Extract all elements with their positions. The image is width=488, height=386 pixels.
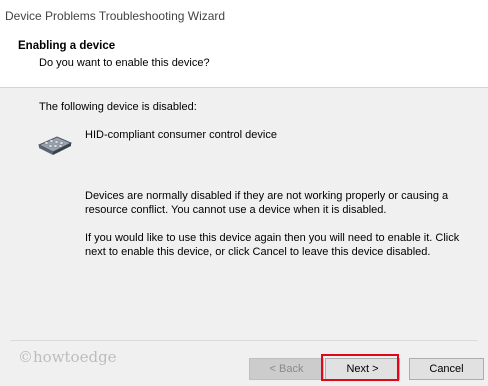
title-bar: Device Problems Troubleshooting Wizard (0, 0, 488, 30)
device-name: HID-compliant consumer control device (85, 129, 277, 141)
watermark: ©howtoedge (18, 348, 117, 366)
disabled-device-label: The following device is disabled: (39, 101, 197, 113)
window-title: Device Problems Troubleshooting Wizard (5, 9, 226, 23)
wizard-content: The following device is disabled: HID-co… (0, 89, 488, 339)
next-button-highlight (321, 354, 399, 381)
hid-device-icon (37, 136, 73, 155)
back-button[interactable]: < Back (249, 358, 324, 380)
footer-divider (10, 340, 478, 341)
wizard-header: Enabling a device Do you want to enable … (0, 30, 488, 88)
info-paragraph-enable: If you would like to use this device aga… (85, 232, 460, 258)
cancel-button[interactable]: Cancel (409, 358, 484, 380)
page-subtitle: Do you want to enable this device? (39, 57, 210, 69)
page-title: Enabling a device (18, 40, 116, 52)
info-paragraph-disabled: Devices are normally disabled if they ar… (85, 190, 449, 216)
